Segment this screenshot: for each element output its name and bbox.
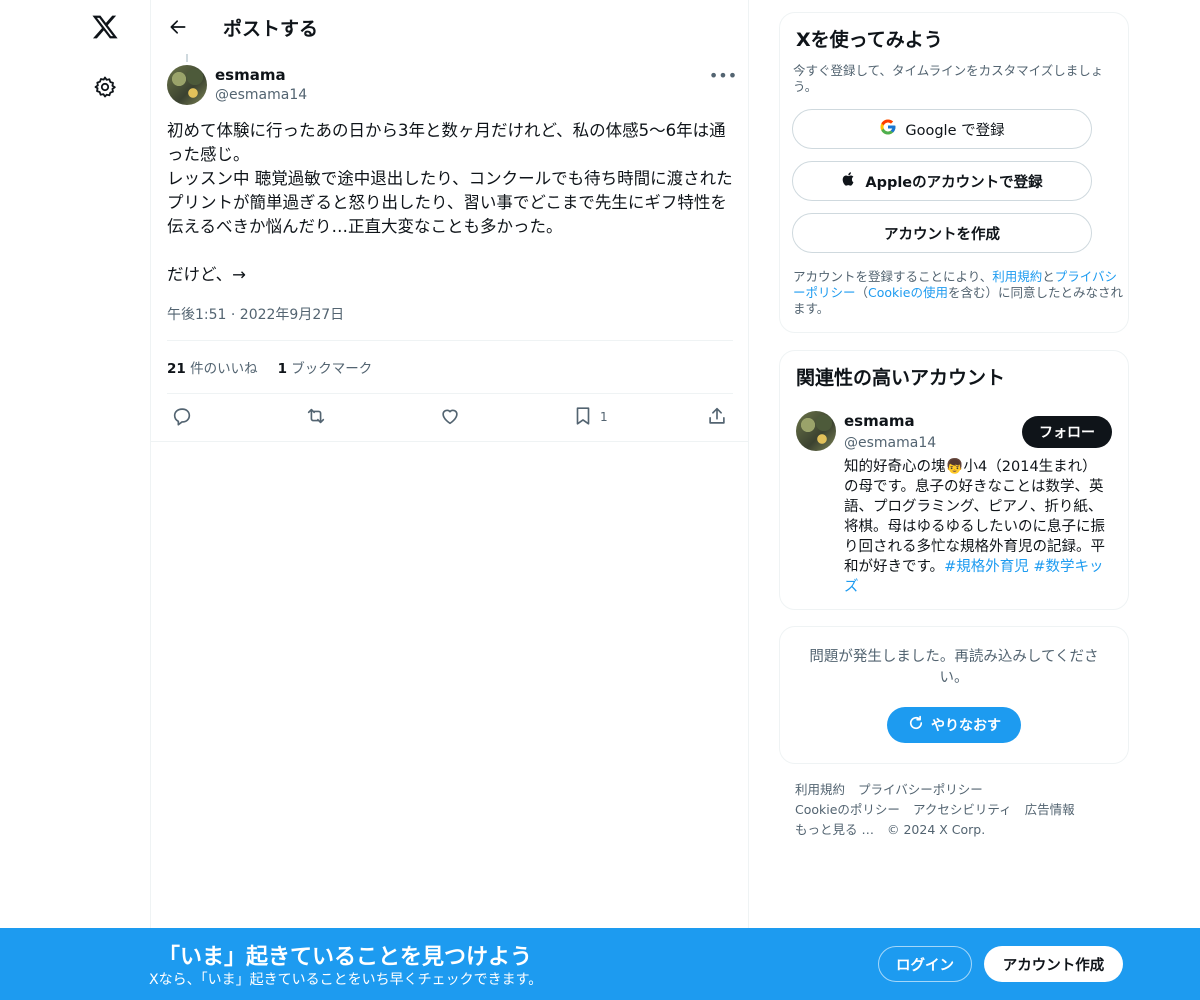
hashtag-link[interactable]: #規格外育児: [944, 559, 1029, 575]
apple-signup-button[interactable]: Appleのアカウントで登録: [792, 161, 1092, 201]
author-name[interactable]: esmama: [215, 66, 286, 84]
banner-subtitle: Xなら、「いま」起きていることをいち早くチェックできます。: [149, 972, 543, 988]
author-avatar[interactable]: [167, 65, 207, 105]
bottom-login-banner: 「いま」起きていることを見つけよう Xなら、「いま」起きていることをいち早くチェ…: [0, 928, 1200, 1000]
apple-icon: [841, 170, 857, 192]
repost-icon: [304, 405, 328, 430]
follow-button[interactable]: フォロー: [1022, 416, 1112, 448]
author-handle[interactable]: @esmama14: [215, 87, 307, 103]
google-signup-label: Google で登録: [905, 122, 1005, 139]
legal-paren: （: [855, 285, 869, 300]
x-logo-icon[interactable]: [88, 10, 122, 44]
page-title: ポストする: [223, 18, 319, 40]
more-options-icon[interactable]: •••: [709, 66, 737, 85]
reply-icon: [171, 405, 193, 430]
bookmarks-count: 1: [277, 361, 287, 377]
settings-gear-icon[interactable]: [90, 72, 120, 102]
signup-card: Xを使ってみよう 今すぐ登録して、タイムラインをカスタマイズしましょう。 Goo…: [779, 12, 1129, 333]
legal-text: アカウントを登録することにより、利用規約とプライバシーポリシー（Cookieの使…: [793, 269, 1123, 317]
back-arrow-icon[interactable]: [165, 14, 191, 40]
thread-line: [186, 54, 188, 62]
banner-title: 「いま」起きていることを見つけよう: [158, 945, 533, 970]
post-actions: 1: [151, 398, 749, 438]
post-stats: 21 件のいいね 1 ブックマーク: [167, 357, 372, 377]
create-account-button[interactable]: アカウントを作成: [792, 213, 1092, 253]
left-nav: [0, 0, 150, 1000]
copyright: © 2024 X Corp.: [886, 822, 986, 837]
post-paragraph: だけど、→: [167, 265, 247, 284]
error-message: 問題が発生しました。再読み込みしてください。: [809, 649, 1099, 686]
reply-button[interactable]: [171, 402, 193, 432]
likes-count: 21: [167, 361, 186, 377]
footer-link[interactable]: プライバシーポリシー: [858, 780, 983, 800]
related-bio-text: 知的好奇心の塊👦小4（2014生まれ）の母です。息子の好きなことは数学、英語、プ…: [844, 459, 1105, 575]
legal-prefix: アカウントを登録することにより、: [793, 269, 993, 284]
footer-link[interactable]: 広告情報: [1025, 800, 1075, 820]
related-avatar[interactable]: [796, 411, 836, 451]
bookmark-icon: [572, 405, 594, 430]
footer-link[interactable]: アクセシビリティ: [913, 800, 1012, 820]
related-accounts-card: 関連性の高いアカウント esmama @esmama14 フォロー 知的好奇心の…: [779, 350, 1129, 610]
retry-label: やりなおす: [931, 718, 1001, 734]
google-signup-button[interactable]: Google で登録: [792, 109, 1092, 149]
divider: [167, 393, 733, 394]
heart-icon: [439, 405, 461, 430]
related-handle[interactable]: @esmama14: [844, 435, 936, 451]
related-title: 関連性の高いアカウント: [796, 367, 1006, 389]
footer-links: 利用規約 プライバシーポリシー Cookieのポリシー アクセシビリティ 広告情…: [795, 780, 1115, 840]
likes-stat[interactable]: 21 件のいいね: [167, 357, 258, 377]
related-name[interactable]: esmama: [844, 412, 915, 430]
footer-link[interactable]: Cookieのポリシー: [795, 800, 900, 820]
like-button[interactable]: [439, 402, 461, 432]
bookmarks-stat[interactable]: 1 ブックマーク: [278, 357, 373, 377]
apple-signup-label: Appleのアカウントで登録: [865, 174, 1043, 191]
refresh-icon: [907, 714, 925, 736]
error-card: 問題が発生しました。再読み込みしてください。 やりなおす: [779, 626, 1129, 764]
legal-and: と: [1042, 269, 1055, 284]
related-bio: 知的好奇心の塊👦小4（2014生まれ）の母です。息子の好きなことは数学、英語、プ…: [844, 457, 1108, 597]
banner-create-account-button[interactable]: アカウント作成: [984, 946, 1123, 982]
footer-link[interactable]: 利用規約: [795, 780, 845, 800]
retry-button[interactable]: やりなおす: [887, 707, 1021, 743]
bookmark-count: 1: [600, 410, 608, 424]
cookie-link[interactable]: Cookieの使用: [868, 285, 948, 300]
share-button[interactable]: [706, 402, 728, 432]
main-column: ポストする esmama @esmama14 ••• 初めて体験に行ったあの日か…: [150, 0, 749, 1000]
create-account-label: アカウントを作成: [884, 226, 1000, 243]
signup-title: Xを使ってみよう: [796, 29, 943, 51]
login-button[interactable]: ログイン: [878, 946, 972, 982]
bookmark-button[interactable]: 1: [572, 402, 608, 432]
google-icon: [879, 118, 897, 140]
footer-more-link[interactable]: もっと見る …: [795, 820, 874, 840]
divider: [151, 441, 749, 442]
divider: [167, 340, 733, 341]
share-icon: [706, 405, 728, 430]
likes-label: 件のいいね: [190, 361, 258, 377]
header: ポストする: [151, 0, 749, 54]
repost-button[interactable]: [304, 402, 328, 432]
signup-subtitle: 今すぐ登録して、タイムラインをカスタマイズしましょう。: [793, 63, 1104, 94]
bookmarks-label: ブックマーク: [291, 361, 373, 377]
post-text: 初めて体験に行ったあの日から3年と数ヶ月だけれど、私の体感5〜6年は通った感じ。…: [167, 119, 737, 287]
post-timestamp[interactable]: 午後1:51 · 2022年9月27日: [167, 304, 344, 324]
terms-link[interactable]: 利用規約: [992, 269, 1042, 284]
post-paragraph: 初めて体験に行ったあの日から3年と数ヶ月だけれど、私の体感5〜6年は通った感じ。…: [167, 121, 733, 236]
